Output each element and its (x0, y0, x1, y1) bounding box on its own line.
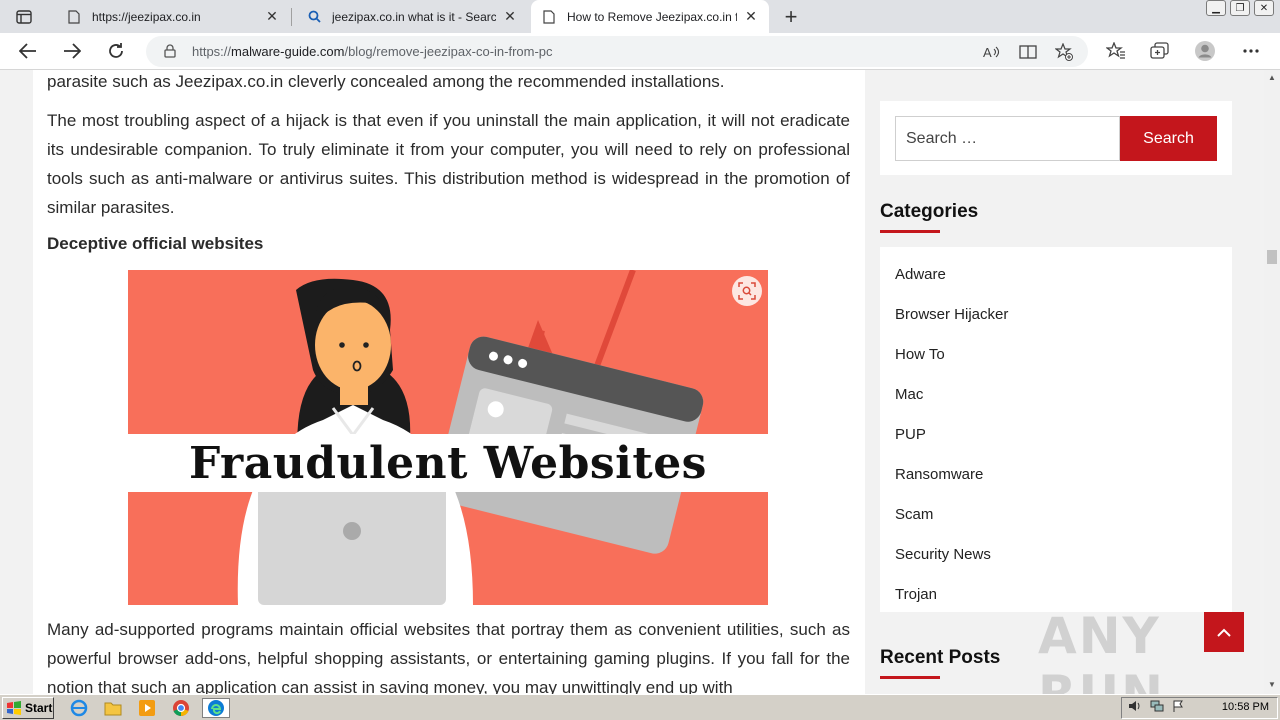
address-bar[interactable]: https://malware-guide.com/blog/remove-je… (146, 36, 1088, 67)
heading-underline (880, 230, 940, 233)
address-toolbar: https://malware-guide.com/blog/remove-je… (0, 33, 1280, 70)
url-path: /blog/remove-jeezipax-co-in-from-pc (344, 44, 553, 59)
tab-title: jeezipax.co.in what is it - Search (332, 9, 496, 24)
tab-actions-icon[interactable] (6, 5, 42, 29)
page-icon (66, 9, 82, 25)
network-icon[interactable] (1150, 699, 1164, 717)
categories-heading: Categories (880, 201, 979, 222)
chevron-up-icon (1217, 628, 1231, 637)
minimize-icon[interactable]: ▁ (1206, 0, 1226, 16)
tab-divider (291, 8, 292, 26)
action-center-flag-icon[interactable] (1172, 699, 1184, 717)
category-link-how-to[interactable]: How To (895, 346, 945, 363)
svg-text:A: A (983, 45, 992, 60)
url-text[interactable]: https://malware-guide.com/blog/remove-je… (192, 44, 553, 59)
volume-icon[interactable] (1128, 699, 1142, 717)
more-options-icon[interactable] (1240, 40, 1262, 62)
image-caption-text: Fraudulent Websites (189, 437, 707, 489)
article-content: parasite such as Jeezipax.co.in cleverly… (33, 70, 865, 694)
chrome-icon[interactable] (170, 698, 192, 718)
category-link-pup[interactable]: PUP (895, 426, 926, 443)
back-button[interactable] (14, 37, 42, 65)
profile-avatar[interactable] (1194, 40, 1216, 62)
scroll-up-arrow-icon[interactable]: ▲ (1267, 73, 1277, 83)
page-icon (541, 9, 557, 25)
tab-strip: https://jeezipax.co.in ✕ jeezipax.co.in … (0, 0, 1280, 33)
tab-jeezipax[interactable]: https://jeezipax.co.in ✕ (56, 0, 290, 33)
tab-active-article[interactable]: How to Remove Jeezipax.co.in f ✕ (531, 0, 769, 33)
close-icon[interactable]: ✕ (264, 8, 280, 25)
page-viewport: parasite such as Jeezipax.co.in cleverly… (0, 70, 1264, 694)
restore-icon[interactable]: ❐ (1230, 0, 1250, 16)
sidebar-search-widget: Search (880, 101, 1232, 175)
forward-button[interactable] (58, 37, 86, 65)
windows-logo-icon (7, 701, 21, 715)
collections-icon[interactable] (1149, 40, 1171, 62)
category-link-browser-hijacker[interactable]: Browser Hijacker (895, 306, 1008, 323)
recent-posts-heading: Recent Posts (880, 647, 1001, 668)
scrollbar-thumb[interactable] (1267, 250, 1277, 264)
close-icon[interactable]: ✕ (743, 8, 759, 25)
url-host: malware-guide.com (231, 44, 345, 59)
favorites-icon[interactable] (1105, 40, 1127, 62)
category-link-security-news[interactable]: Security News (895, 546, 991, 563)
media-player-icon[interactable] (136, 698, 158, 718)
section-heading: Deceptive official websites (47, 234, 264, 253)
windows-taskbar: Start 10:58 PM (0, 694, 1280, 720)
start-button[interactable]: Start (2, 697, 54, 719)
search-input[interactable] (895, 116, 1120, 161)
category-link-adware[interactable]: Adware (895, 266, 946, 283)
scroll-down-arrow-icon[interactable]: ▼ (1267, 680, 1277, 690)
categories-list: Adware Browser Hijacker How To Mac PUP R… (880, 247, 1232, 612)
folder-icon[interactable] (102, 698, 124, 718)
heading-underline (880, 676, 940, 679)
add-favorite-icon[interactable] (1054, 42, 1074, 62)
tab-search[interactable]: jeezipax.co.in what is it - Search ✕ (296, 0, 528, 33)
read-aloud-icon[interactable]: A (982, 42, 1002, 62)
system-tray: 10:58 PM (1121, 697, 1278, 719)
category-link-trojan[interactable]: Trojan (895, 586, 937, 603)
search-icon (306, 9, 322, 25)
new-tab-button[interactable]: + (778, 4, 804, 30)
article-paragraph: Many ad-supported programs maintain offi… (47, 620, 850, 694)
ie-icon[interactable] (68, 698, 90, 718)
category-link-mac[interactable]: Mac (895, 386, 923, 403)
start-label: Start (25, 701, 53, 715)
edge-icon[interactable] (202, 698, 230, 718)
article-paragraph: The most troubling aspect of a hijack is… (47, 111, 850, 217)
category-link-ransomware[interactable]: Ransomware (895, 466, 983, 483)
taskbar-clock[interactable]: 10:58 PM (1222, 701, 1269, 713)
tab-title: https://jeezipax.co.in (92, 9, 201, 24)
close-window-icon[interactable]: ✕ (1254, 0, 1274, 16)
lock-icon[interactable] (164, 44, 178, 58)
tab-title: How to Remove Jeezipax.co.in f (567, 9, 737, 24)
article-paragraph: parasite such as Jeezipax.co.in cleverly… (47, 72, 725, 91)
scroll-to-top-button[interactable] (1204, 612, 1244, 652)
search-button[interactable]: Search (1120, 116, 1217, 161)
url-scheme: https:// (192, 44, 232, 59)
window-controls: ▁ ❐ ✕ (1206, 0, 1274, 16)
close-icon[interactable]: ✕ (502, 8, 518, 25)
category-link-scam[interactable]: Scam (895, 506, 933, 523)
refresh-button[interactable] (102, 37, 130, 65)
immersive-reader-icon[interactable] (1018, 42, 1038, 62)
vertical-scrollbar[interactable]: ▲ ▼ (1264, 70, 1280, 694)
fraudulent-websites-image: Fraudulent Websites (128, 270, 768, 605)
visual-search-icon[interactable] (732, 276, 762, 306)
